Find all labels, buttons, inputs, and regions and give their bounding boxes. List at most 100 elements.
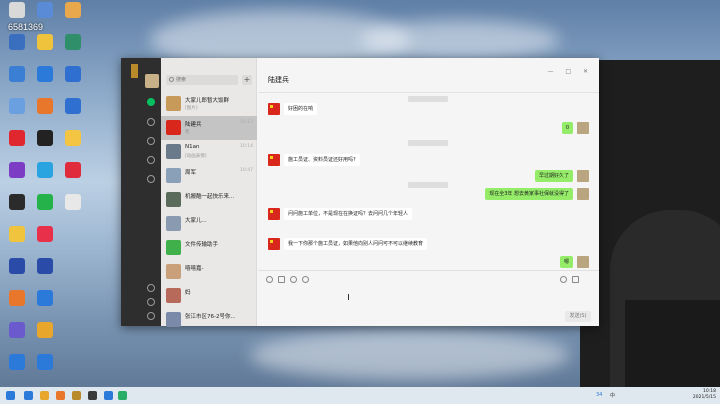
avatar[interactable] [577, 122, 589, 134]
desktop-icon[interactable] [58, 194, 88, 228]
message-bubble[interactable]: 现在全3年 想去黄家事社保就没得了 [485, 188, 573, 200]
desktop-icon[interactable] [58, 98, 88, 132]
avatar[interactable] [577, 256, 589, 268]
start-icon[interactable] [6, 391, 15, 400]
message-bubble[interactable]: 0 [561, 122, 573, 134]
chat-name: 张江市区76-2号你... [185, 314, 235, 320]
desktop-icon[interactable] [2, 322, 32, 356]
video-call-icon[interactable] [572, 276, 579, 283]
desktop-icon[interactable] [2, 66, 32, 100]
scissors-icon[interactable] [290, 276, 297, 283]
avatar [166, 144, 181, 159]
chat-list-item[interactable]: 机搬酷一起快乐来... [161, 188, 257, 212]
desktop-icon[interactable] [2, 98, 32, 132]
folder-icon[interactable] [278, 276, 285, 283]
desktop-icon[interactable] [58, 130, 88, 164]
avatar[interactable] [268, 103, 280, 115]
files-icon[interactable] [147, 156, 155, 164]
chat-list-item[interactable]: 张江市区76-2号你... [161, 308, 257, 332]
person-shirt [625, 300, 720, 388]
contacts-icon[interactable] [147, 118, 155, 126]
avatar[interactable] [577, 170, 589, 182]
desktop-icon[interactable] [30, 354, 60, 388]
app-icon [65, 130, 81, 146]
favorites-icon[interactable] [147, 137, 155, 145]
desktop-icon[interactable] [30, 322, 60, 356]
badge-count[interactable]: 34 [596, 392, 602, 398]
desktop-icon[interactable] [2, 354, 32, 388]
mini-program-icon[interactable] [147, 284, 155, 292]
window-controls[interactable]: — □ ✕ [547, 68, 593, 75]
voice-call-icon[interactable] [560, 276, 567, 283]
chat-list-item[interactable]: 嘻嘻嘉- [161, 260, 257, 284]
user-avatar[interactable] [145, 74, 159, 88]
desktop-icon[interactable] [2, 162, 32, 196]
edge-icon[interactable] [24, 391, 33, 400]
moments-icon[interactable] [147, 175, 155, 183]
wechat-window[interactable]: + 大家儿郎暂大饭群 [图片] 陆建兵嗯 10:17 N1an [动画表情] 10:14 周军… [121, 58, 599, 327]
chat-name: 文件传输助手 [185, 242, 219, 248]
search-input[interactable] [176, 75, 236, 85]
message-bubble[interactable]: 好困的在响 [284, 103, 318, 115]
desktop-icon[interactable] [58, 66, 88, 100]
desktop-icon[interactable] [30, 98, 60, 132]
chat-list-item[interactable]: 妈 [161, 284, 257, 308]
chat-list-item[interactable]: 大家儿郎暂大饭群 [图片] [161, 92, 257, 116]
add-button[interactable]: + [242, 75, 252, 85]
app-icon[interactable] [72, 391, 81, 400]
menu-icon[interactable] [147, 312, 155, 320]
desktop-icon[interactable] [30, 194, 60, 228]
avatar[interactable] [268, 154, 280, 166]
desktop-icon[interactable] [2, 258, 32, 292]
chat-name: 周军 [185, 170, 197, 176]
desktop-icon[interactable] [58, 2, 88, 36]
app-icon [9, 34, 25, 50]
emoji-icon[interactable] [266, 276, 273, 283]
cloud [250, 330, 570, 380]
desktop-icon[interactable] [2, 290, 32, 324]
desktop-icon[interactable] [58, 162, 88, 196]
desktop-icon[interactable] [2, 34, 32, 68]
search-box[interactable] [166, 75, 238, 85]
phone-icon[interactable] [147, 298, 155, 306]
app-icon[interactable] [88, 391, 97, 400]
clock[interactable]: 10:18 2021/5/15 [693, 389, 716, 401]
language-indicator[interactable]: 中 [610, 392, 615, 399]
app-icon[interactable] [104, 391, 113, 400]
desktop-icon[interactable] [30, 66, 60, 100]
app-icon [65, 2, 81, 18]
desktop-icon[interactable] [2, 130, 32, 164]
message-bubble[interactable]: 施工员证、资料员证还好用吗? [284, 154, 360, 166]
chat-list-item[interactable]: 文件传输助手 [161, 236, 257, 260]
app-icon[interactable] [56, 391, 65, 400]
app-icon [65, 98, 81, 114]
avatar[interactable] [268, 238, 280, 250]
chat-list-item[interactable]: 大家儿... [161, 212, 257, 236]
chat-time: 10:47 [240, 168, 253, 173]
chat-list-item[interactable]: 陆建兵嗯 10:17 [161, 116, 257, 140]
app-icon [65, 66, 81, 82]
desktop-icon[interactable] [30, 290, 60, 324]
desktop-icon[interactable] [58, 34, 88, 68]
explorer-icon[interactable] [40, 391, 49, 400]
chat-icon[interactable] [147, 98, 155, 106]
wechat-taskbar-icon[interactable] [118, 391, 127, 400]
chat-list-item[interactable]: N1an [动画表情] 10:14 [161, 140, 257, 164]
app-icon [9, 130, 25, 146]
desktop-icon[interactable] [2, 194, 32, 228]
desktop-icon[interactable] [30, 226, 60, 260]
avatar[interactable] [268, 208, 280, 220]
message-bubble[interactable]: 早过期好久了 [534, 170, 573, 182]
desktop-icon[interactable] [30, 258, 60, 292]
chat-list-item[interactable]: 周军 10:47 [161, 164, 257, 188]
avatar[interactable] [577, 188, 589, 200]
message-bubble[interactable]: 我一下你那个施工员证，如果他向别人问问可不可以继续教育 [284, 238, 428, 250]
desktop-icon[interactable] [30, 162, 60, 196]
message-bubble[interactable]: 问问施工单位，不是现在在换证吗？去问问几个年轻人 [284, 208, 413, 220]
send-button[interactable]: 发送(S) [565, 311, 591, 322]
desktop-icon[interactable] [30, 130, 60, 164]
desktop-icon[interactable] [2, 226, 32, 260]
desktop-icon[interactable] [30, 34, 60, 68]
message-bubble[interactable]: 嗯 [559, 256, 573, 268]
chat-history-icon[interactable] [302, 276, 309, 283]
